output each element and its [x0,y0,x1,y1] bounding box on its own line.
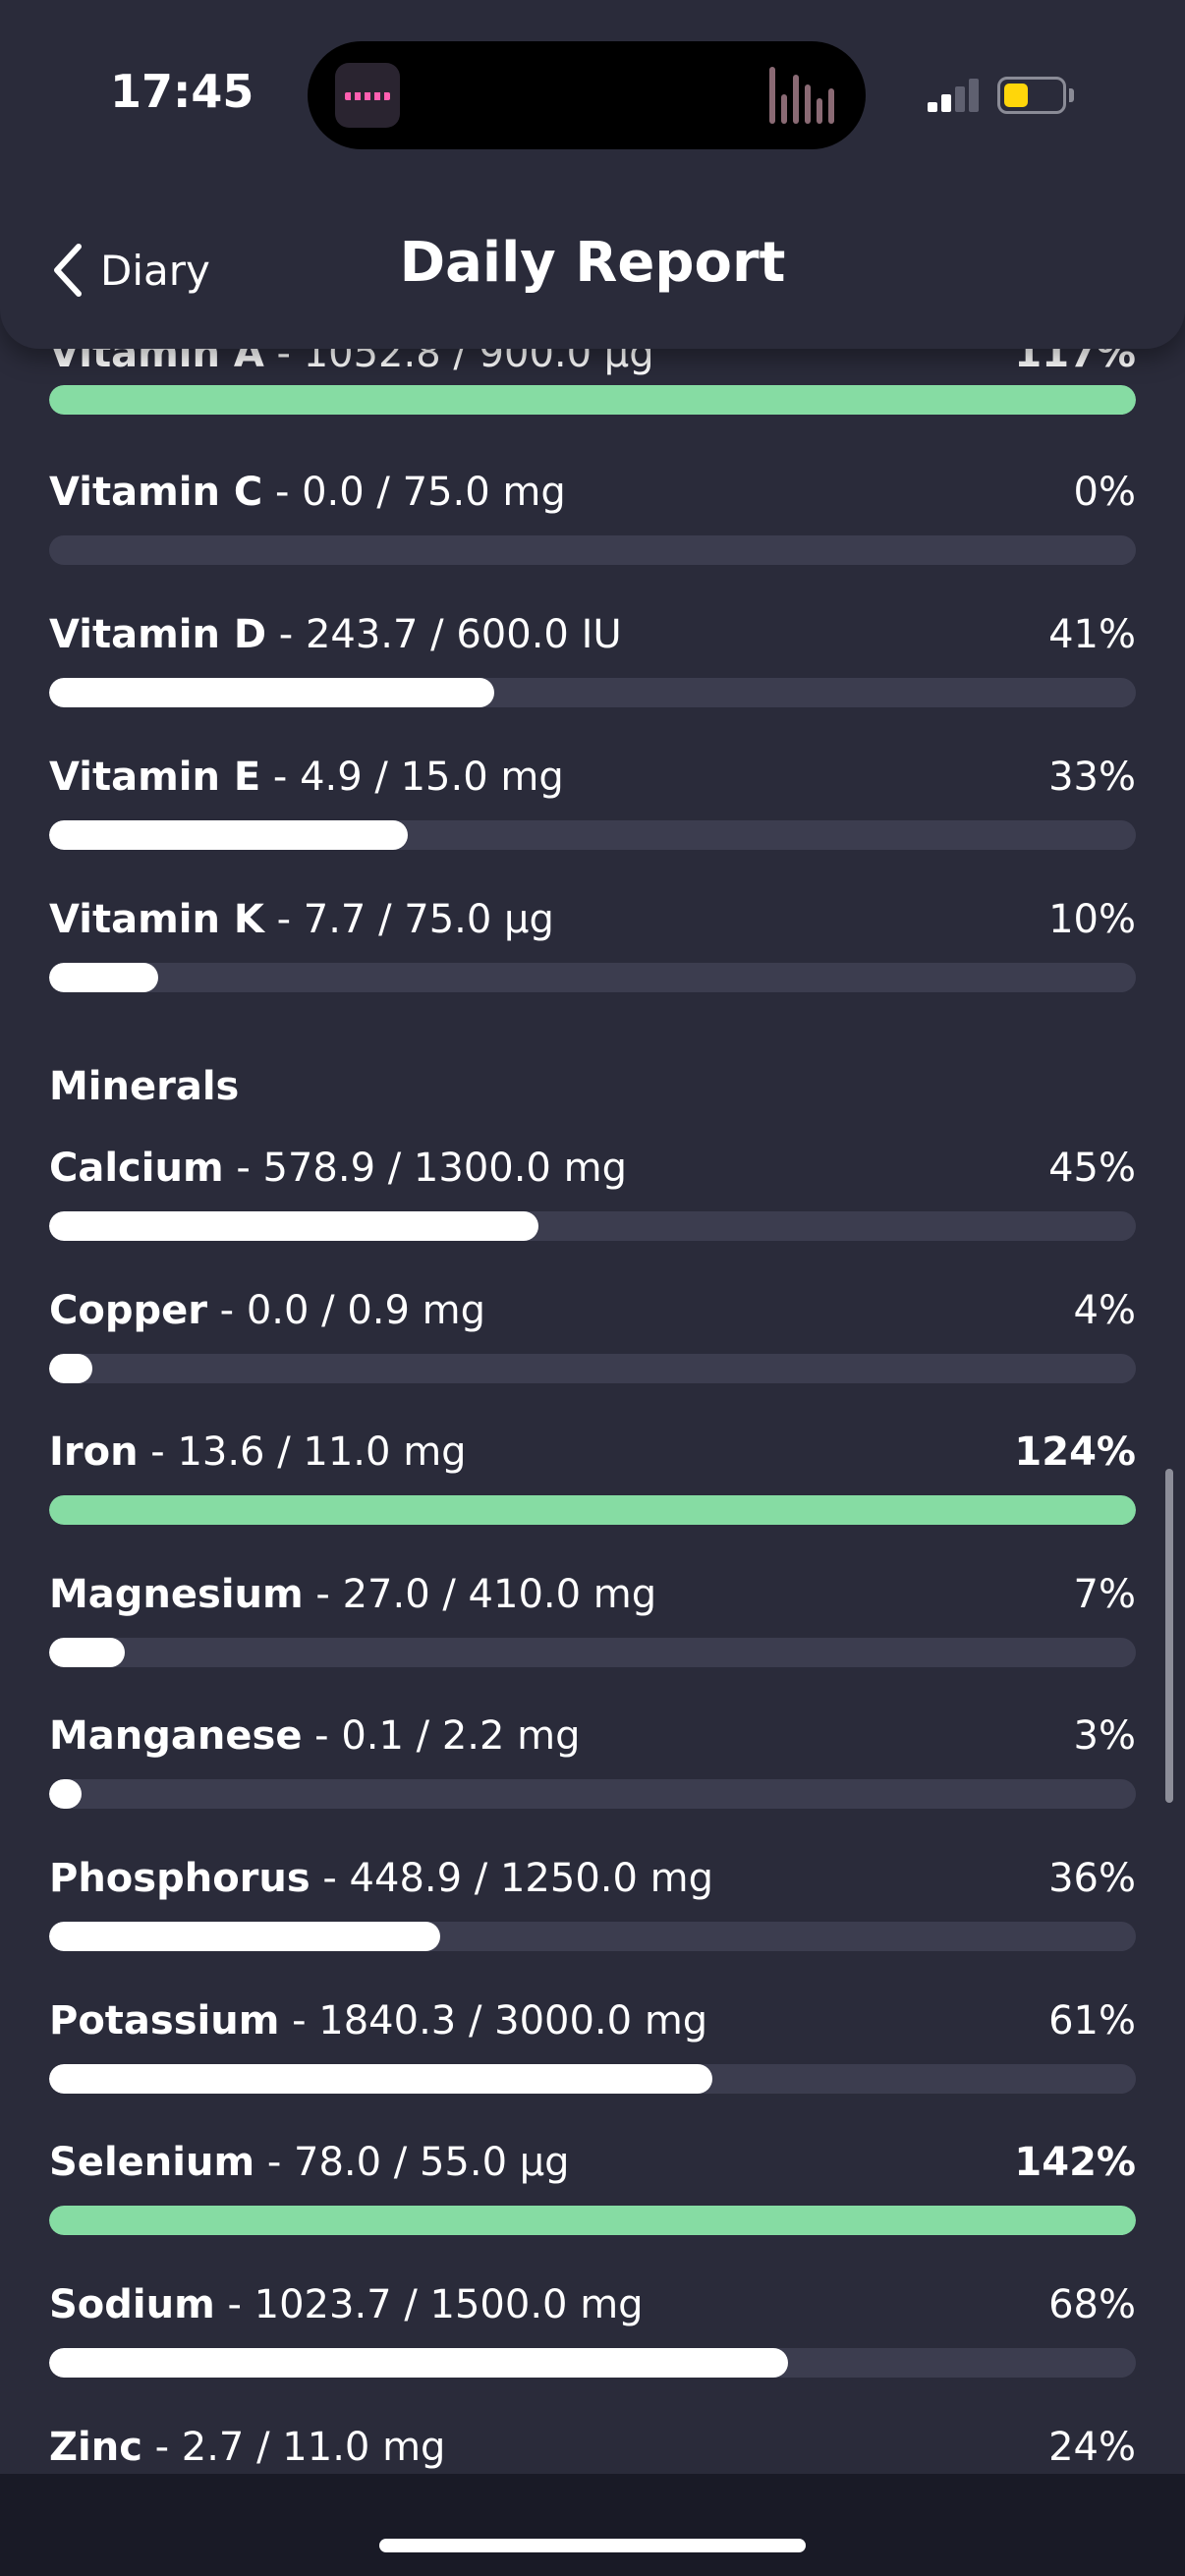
progress-bar-track [49,2064,1136,2094]
nutrient-row-vitamin-c: Vitamin C - 0.0 / 75.0 mg 0% [49,465,1136,573]
progress-bar-track [49,2206,1136,2235]
nutrient-percent: 4% [1073,1288,1136,1333]
progress-bar-fill [49,1638,126,1667]
home-bar-area [0,2474,1185,2576]
progress-bar-fill [49,820,408,850]
progress-bar-track [49,678,1136,707]
nutrient-detail: - 2.7 / 11.0 mg [141,2425,446,2470]
progress-bar-fill [49,2348,789,2378]
nutrient-percent: 7% [1073,1572,1136,1617]
nutrient-detail: - 7.7 / 75.0 µg [263,897,554,942]
nutrient-row-magnesium: Magnesium - 27.0 / 410.0 mg 7% [49,1567,1136,1675]
nutrient-percent: 24% [1048,2425,1136,2470]
nutrient-percent: 10% [1048,897,1136,942]
nutrient-row-potassium: Potassium - 1840.3 / 3000.0 mg 61% [49,1993,1136,2101]
nutrient-percent: 68% [1048,2282,1136,2327]
nutrient-detail: - 4.9 / 15.0 mg [260,755,564,800]
nutrient-detail: - 0.1 / 2.2 mg [302,1713,581,1759]
progress-bar-track [49,820,1136,850]
nutrient-name: Manganese [49,1713,303,1759]
page-title: Daily Report [399,231,786,295]
progress-bar-track [49,2348,1136,2378]
progress-bar-fill [49,1495,1136,1525]
nutrient-percent: 41% [1048,612,1136,657]
progress-bar-track [49,385,1136,415]
nutrient-percent: 3% [1073,1713,1136,1759]
nutrient-name: Magnesium [49,1572,304,1617]
nutrient-name: Vitamin K [49,897,264,942]
nutrient-row-copper: Copper - 0.0 / 0.9 mg 4% [49,1283,1136,1391]
nutrient-percent: 0% [1073,470,1136,515]
status-time: 17:45 [110,65,254,118]
nutrient-row-vitamin-k: Vitamin K - 7.7 / 75.0 µg 10% [49,892,1136,1000]
nutrient-name: Selenium [49,2140,255,2185]
nutrient-percent: 124% [1014,1429,1136,1475]
app-thumbnail-icon [335,63,400,128]
nutrient-name: Vitamin D [49,612,267,657]
progress-bar-fill [49,1211,538,1241]
progress-bar-fill [49,1922,441,1951]
progress-bar-fill [49,678,495,707]
progress-bar-track [49,1922,1136,1951]
progress-bar-track [49,963,1136,992]
nutrient-detail: - 243.7 / 600.0 IU [266,612,622,657]
progress-bar-track [49,1211,1136,1241]
nutrient-percent: 33% [1048,755,1136,800]
nutrient-row-phosphorus: Phosphorus - 448.9 / 1250.0 mg 36% [49,1851,1136,1959]
nutrient-name: Vitamin C [49,470,263,515]
progress-bar-fill [49,963,158,992]
nutrient-detail: - 0.0 / 75.0 mg [262,470,566,515]
nutrient-name: Sodium [49,2282,215,2327]
nutrient-row-manganese: Manganese - 0.1 / 2.2 mg 3% [49,1708,1136,1817]
section-header-minerals: Minerals [49,1064,240,1109]
nutrient-row-vitamin-d: Vitamin D - 243.7 / 600.0 IU 41% [49,607,1136,715]
nutrient-name: Phosphorus [49,1856,310,1901]
cellular-signal-icon [928,77,983,112]
nutrient-percent: 142% [1014,2140,1136,2185]
battery-icon [997,77,1066,114]
progress-bar-fill [49,2064,712,2094]
nutrient-detail: - 1840.3 / 3000.0 mg [279,1998,708,2044]
nutrient-name: Zinc [49,2425,142,2470]
nutrient-row-calcium: Calcium - 578.9 / 1300.0 mg 45% [49,1141,1136,1249]
nutrient-row-vitamin-e: Vitamin E - 4.9 / 15.0 mg 33% [49,750,1136,858]
daily-report-screen: Vitamin A - 1052.8 / 900.0 µg 117% Vitam… [0,0,1185,2576]
progress-bar-track [49,535,1136,565]
progress-bar-fill [49,1354,93,1383]
nutrient-detail: - 448.9 / 1250.0 mg [310,1856,713,1901]
home-indicator[interactable] [379,2539,806,2552]
nutrient-detail: - 78.0 / 55.0 µg [254,2140,570,2185]
progress-bar-fill [49,2206,1136,2235]
nutrient-row-selenium: Selenium - 78.0 / 55.0 µg 142% [49,2135,1136,2243]
nutrient-name: Iron [49,1429,139,1475]
nutrient-name: Copper [49,1288,207,1333]
audio-waveform-icon [769,67,838,124]
nutrient-row-iron: Iron - 13.6 / 11.0 mg 124% [49,1425,1136,1533]
progress-bar-fill [49,385,1136,415]
nutrient-name: Calcium [49,1146,224,1191]
nutrient-detail: - 13.6 / 11.0 mg [138,1429,467,1475]
progress-bar-track [49,1354,1136,1383]
nutrient-percent: 45% [1048,1146,1136,1191]
nutrient-percent: 36% [1048,1856,1136,1901]
nutrient-detail: - 27.0 / 410.0 mg [303,1572,657,1617]
progress-bar-track [49,1495,1136,1525]
nutrient-row-sodium: Sodium - 1023.7 / 1500.0 mg 68% [49,2277,1136,2385]
vertical-scrollbar[interactable] [1165,1469,1173,1803]
progress-bar-track [49,1638,1136,1667]
battery-cap [1069,88,1074,102]
nutrient-detail: - 0.0 / 0.9 mg [206,1288,486,1333]
nutrient-name: Vitamin E [49,755,261,800]
progress-bar-fill [49,1779,83,1809]
progress-bar-track [49,1779,1136,1809]
navigation-header: 17:45 Diary Daily Report [0,0,1185,349]
nutrient-name: Potassium [49,1998,280,2044]
nutrient-percent: 61% [1048,1998,1136,2044]
dynamic-island[interactable] [308,41,866,149]
nutrient-detail: - 578.9 / 1300.0 mg [223,1146,627,1191]
nutrient-detail: - 1023.7 / 1500.0 mg [214,2282,644,2327]
